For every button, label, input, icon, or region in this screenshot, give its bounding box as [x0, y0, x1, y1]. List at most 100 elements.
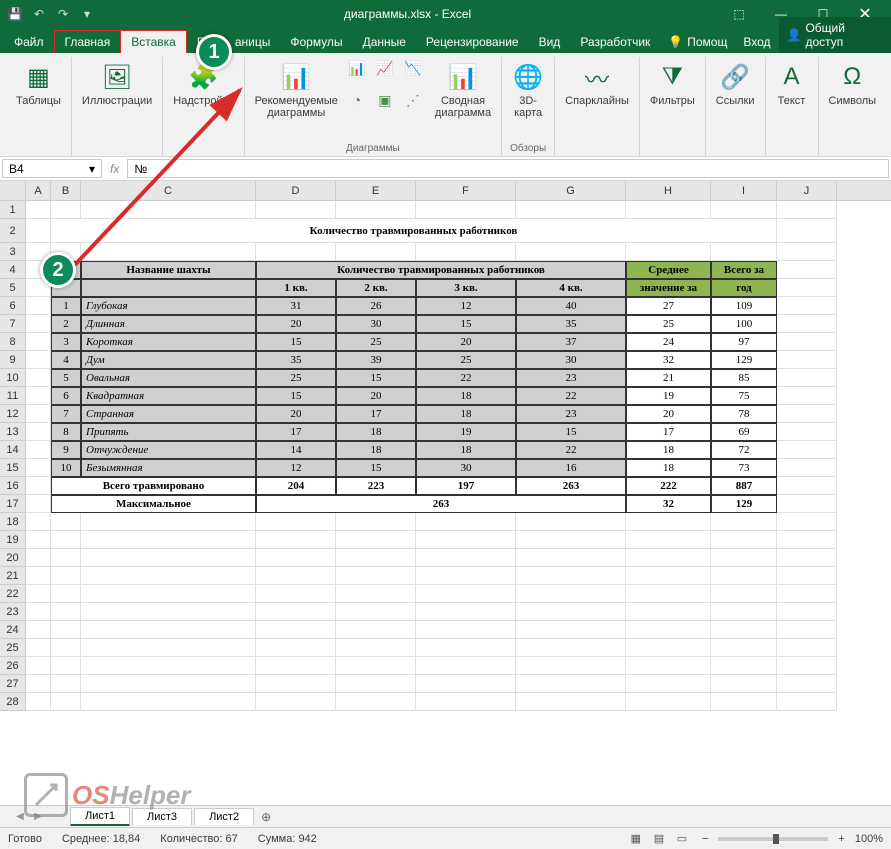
cell[interactable]: [777, 405, 837, 423]
cell[interactable]: [256, 603, 336, 621]
cell[interactable]: [336, 585, 416, 603]
cell[interactable]: [51, 657, 81, 675]
col-header[interactable]: E: [336, 181, 416, 200]
cell[interactable]: [516, 243, 626, 261]
cell[interactable]: [777, 531, 837, 549]
cell[interactable]: [81, 657, 256, 675]
cell[interactable]: Максимальное: [51, 495, 256, 513]
cell[interactable]: [626, 513, 711, 531]
hierarchy-chart-icon[interactable]: ▣: [372, 89, 398, 111]
cell[interactable]: [26, 369, 51, 387]
cell[interactable]: [81, 243, 256, 261]
cell[interactable]: [256, 621, 336, 639]
row-header[interactable]: 15: [0, 459, 26, 477]
cell[interactable]: [51, 531, 81, 549]
page-layout-icon[interactable]: ▤: [649, 831, 669, 847]
cell[interactable]: 23: [516, 405, 626, 423]
cell[interactable]: 32: [626, 351, 711, 369]
cell[interactable]: 25: [416, 351, 516, 369]
cell[interactable]: [626, 603, 711, 621]
cell[interactable]: [777, 279, 837, 297]
row-header[interactable]: 1: [0, 201, 26, 219]
cell[interactable]: [777, 639, 837, 657]
qat-dropdown-icon[interactable]: ▾: [78, 5, 96, 23]
cell[interactable]: [626, 639, 711, 657]
cell[interactable]: [256, 585, 336, 603]
cell[interactable]: [336, 243, 416, 261]
row-header[interactable]: 14: [0, 441, 26, 459]
cell[interactable]: [81, 639, 256, 657]
cell[interactable]: 69: [711, 423, 777, 441]
cell[interactable]: 2 кв.: [336, 279, 416, 297]
cell[interactable]: 129: [711, 351, 777, 369]
formula-bar[interactable]: №: [127, 159, 889, 178]
cell[interactable]: [416, 585, 516, 603]
cell[interactable]: 30: [516, 351, 626, 369]
cell[interactable]: [26, 657, 51, 675]
sparklines-button[interactable]: 〰Спарклайны: [563, 57, 631, 107]
row-header[interactable]: 18: [0, 513, 26, 531]
cell[interactable]: 8: [51, 423, 81, 441]
cell[interactable]: [81, 675, 256, 693]
cell[interactable]: [336, 567, 416, 585]
cell[interactable]: [416, 693, 516, 711]
cell[interactable]: [777, 567, 837, 585]
cell[interactable]: [777, 693, 837, 711]
cell[interactable]: 19: [416, 423, 516, 441]
cell[interactable]: [336, 513, 416, 531]
cell[interactable]: [81, 567, 256, 585]
cell[interactable]: [416, 621, 516, 639]
cell[interactable]: 30: [336, 315, 416, 333]
cell[interactable]: 25: [256, 369, 336, 387]
cell[interactable]: 100: [711, 315, 777, 333]
cell[interactable]: [256, 201, 336, 219]
row-header[interactable]: 13: [0, 423, 26, 441]
cell[interactable]: Длинная: [81, 315, 256, 333]
cell[interactable]: 37: [516, 333, 626, 351]
cell[interactable]: [51, 693, 81, 711]
cell[interactable]: [516, 621, 626, 639]
cell[interactable]: 20: [626, 405, 711, 423]
row-header[interactable]: 25: [0, 639, 26, 657]
cell[interactable]: [416, 657, 516, 675]
cell[interactable]: [256, 513, 336, 531]
cell[interactable]: 15: [336, 369, 416, 387]
cell[interactable]: [711, 603, 777, 621]
row-header[interactable]: 19: [0, 531, 26, 549]
cell[interactable]: [777, 675, 837, 693]
cell[interactable]: 3 кв.: [416, 279, 516, 297]
cell[interactable]: [336, 201, 416, 219]
cell[interactable]: [26, 351, 51, 369]
cell[interactable]: Припять: [81, 423, 256, 441]
cell[interactable]: 40: [516, 297, 626, 315]
cell[interactable]: [777, 459, 837, 477]
cell[interactable]: [416, 549, 516, 567]
cell[interactable]: 32: [626, 495, 711, 513]
cell[interactable]: [777, 585, 837, 603]
cell[interactable]: [516, 675, 626, 693]
cell[interactable]: 30: [416, 459, 516, 477]
row-header[interactable]: 17: [0, 495, 26, 513]
cell[interactable]: 18: [626, 459, 711, 477]
tables-button[interactable]: ▦Таблицы: [14, 57, 63, 107]
cell[interactable]: [26, 477, 51, 495]
cell[interactable]: [26, 621, 51, 639]
cell[interactable]: [777, 423, 837, 441]
cell[interactable]: [777, 351, 837, 369]
cell[interactable]: 129: [711, 495, 777, 513]
cell[interactable]: [777, 315, 837, 333]
cell[interactable]: [336, 675, 416, 693]
cell[interactable]: Дум: [81, 351, 256, 369]
cell[interactable]: [336, 693, 416, 711]
cell[interactable]: Отчуждение: [81, 441, 256, 459]
cell[interactable]: 15: [336, 459, 416, 477]
row-header[interactable]: 21: [0, 567, 26, 585]
cell[interactable]: Количество травмированных работников: [51, 219, 777, 243]
cell[interactable]: [626, 201, 711, 219]
cell[interactable]: 75: [711, 387, 777, 405]
cell[interactable]: 197: [416, 477, 516, 495]
cell[interactable]: [26, 513, 51, 531]
cell[interactable]: 20: [256, 315, 336, 333]
cell[interactable]: [26, 567, 51, 585]
cell[interactable]: [711, 675, 777, 693]
